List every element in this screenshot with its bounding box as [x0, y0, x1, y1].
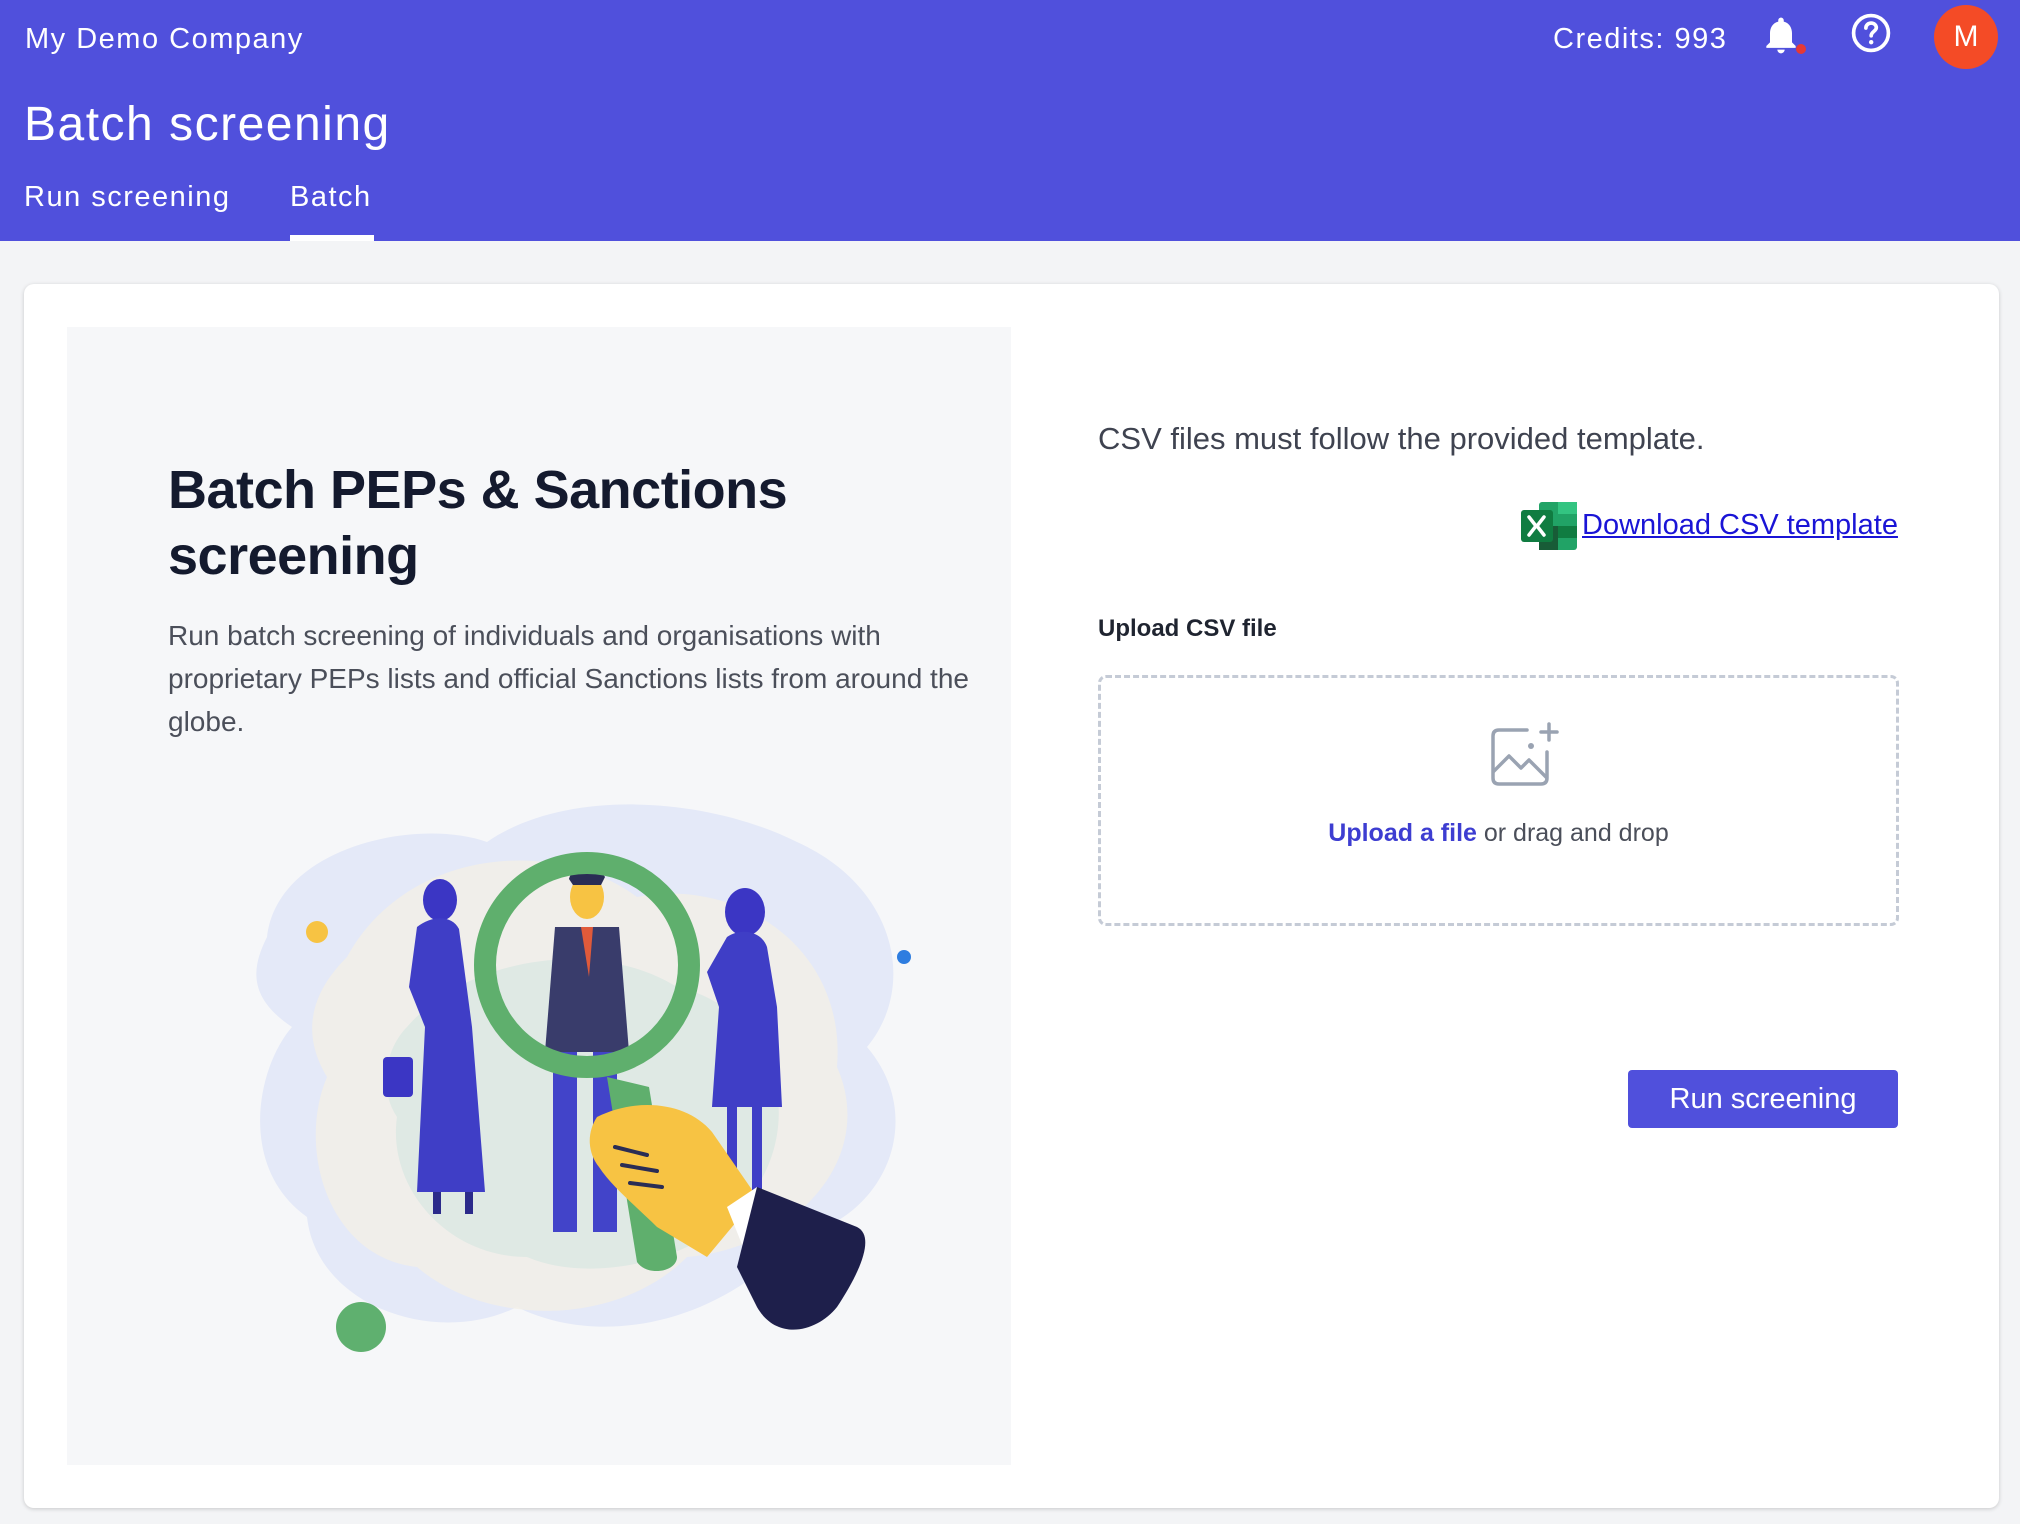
info-panel: Batch PEPs & Sanctions screening Run bat… — [67, 327, 1011, 1465]
image-plus-icon — [1491, 722, 1559, 786]
csv-template-note: CSV files must follow the provided templ… — [1098, 421, 1705, 456]
notification-dot — [1796, 44, 1806, 54]
tab-run-screening[interactable]: Run screening — [24, 178, 231, 216]
file-dropzone[interactable]: Upload a file or drag and drop — [1098, 675, 1899, 926]
page-title: Batch screening — [24, 98, 391, 151]
top-header: My Demo Company Credits: 993 M Batch scr… — [0, 0, 2020, 241]
credits-counter: Credits: 993 — [1553, 23, 1728, 55]
info-description: Run batch screening of individuals and o… — [168, 620, 969, 737]
user-avatar[interactable]: M — [1934, 5, 1998, 69]
tab-batch[interactable]: Batch — [290, 178, 372, 216]
drag-drop-text: or drag and drop — [1476, 819, 1669, 847]
batch-card: Batch PEPs & Sanctions screening Run bat… — [24, 284, 1999, 1508]
excel-icon — [1521, 502, 1577, 550]
active-tab-indicator — [290, 235, 374, 241]
run-screening-button[interactable]: Run screening — [1628, 1070, 1898, 1128]
screening-illustration — [256, 804, 911, 1352]
upload-csv-label: Upload CSV file — [1098, 615, 1277, 642]
question-circle-icon[interactable] — [1849, 11, 1893, 55]
company-name[interactable]: My Demo Company — [25, 20, 304, 58]
download-csv-template-link[interactable]: Download CSV template — [1582, 506, 1898, 544]
info-heading: Batch PEPs & Sanctions screening — [168, 460, 788, 586]
upload-file-link[interactable]: Upload a file — [1328, 819, 1477, 847]
dropzone-instructions: Upload a file or drag and drop — [1101, 816, 1896, 850]
